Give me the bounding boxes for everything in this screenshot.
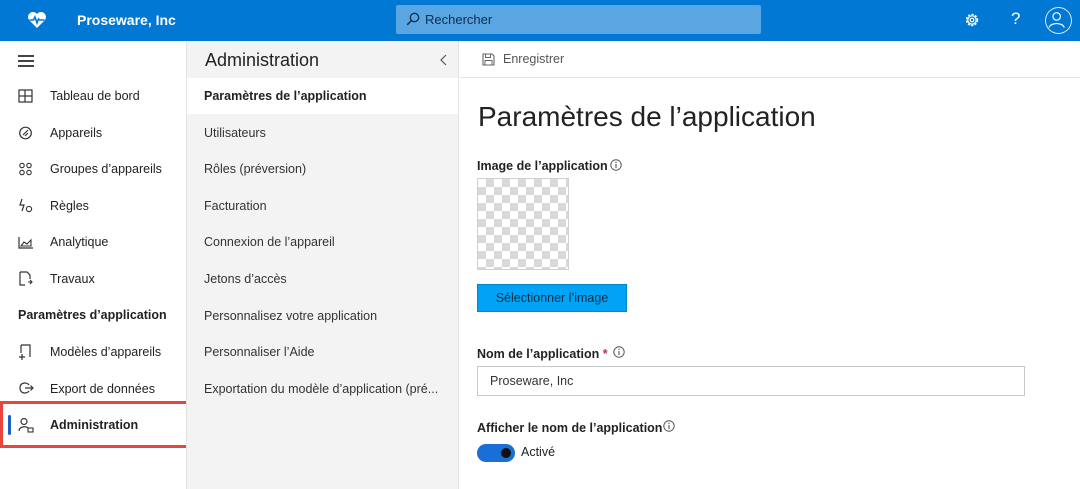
admin-item-billing[interactable]: Facturation — [187, 188, 458, 224]
top-bar: Proseware, Inc Rechercher ? — [0, 0, 1080, 41]
dashboard-icon — [18, 89, 33, 103]
highlight-callout-box — [0, 401, 192, 448]
admin-item-users[interactable]: Utilisateurs — [187, 115, 458, 151]
nav-item-dashboard[interactable]: Tableau de bord — [5, 78, 185, 114]
main-content: Enregistrer Paramètres de l’application … — [460, 41, 1080, 489]
admin-item-app-template-export[interactable]: Exportation du modèle d’application (pré… — [187, 371, 458, 407]
admin-item-app-settings[interactable]: Paramètres de l’application — [187, 78, 458, 114]
admin-item-customize-help[interactable]: Personnaliser l’Aide — [187, 334, 458, 370]
nav-item-label: Export de données — [50, 382, 155, 396]
nav-item-analytics[interactable]: Analytique — [5, 224, 185, 260]
app-name-label: Nom de l’application * — [477, 347, 608, 361]
hamburger-menu-icon[interactable] — [18, 55, 34, 67]
nav-item-devices[interactable]: Appareils — [5, 115, 185, 151]
info-icon[interactable] — [663, 420, 675, 432]
nav-item-label: Analytique — [50, 235, 109, 249]
nav-item-label: Travaux — [50, 272, 95, 286]
search-box[interactable]: Rechercher — [396, 5, 761, 34]
user-avatar-icon[interactable] — [1045, 7, 1072, 34]
admin-item-customize-app[interactable]: Personnalisez votre application — [187, 298, 458, 334]
toggle-state-label: Activé — [521, 445, 556, 459]
nav-item-device-groups[interactable]: Groupes d’appareils — [5, 151, 185, 187]
command-bar: Enregistrer — [460, 41, 1080, 78]
nav-item-rules[interactable]: Règles — [5, 188, 185, 224]
device-groups-icon — [19, 162, 32, 176]
show-app-name-toggle[interactable] — [477, 444, 515, 462]
devices-icon — [19, 126, 32, 140]
nav-section-title: Paramètres d’application — [18, 308, 167, 322]
info-icon[interactable] — [610, 159, 622, 171]
app-name-input[interactable] — [477, 366, 1025, 396]
nav-item-jobs[interactable]: Travaux — [5, 261, 185, 297]
admin-item-label: Paramètres de l’application — [204, 89, 367, 103]
info-icon[interactable] — [613, 346, 625, 358]
admin-item-access-tokens[interactable]: Jetons d’accès — [187, 261, 458, 297]
save-icon — [482, 53, 495, 66]
admin-item-device-connection[interactable]: Connexion de l’appareil — [187, 224, 458, 260]
nav-item-label: Groupes d’appareils — [50, 162, 162, 176]
save-button-label: Enregistrer — [503, 52, 565, 66]
data-export-icon — [19, 382, 34, 394]
nav-item-device-templates[interactable]: Modèles d’appareils — [5, 334, 185, 370]
admin-item-label: Personnaliser l’Aide — [204, 345, 315, 359]
nav-item-label: Règles — [50, 199, 89, 213]
page-title: Paramètres de l’application — [478, 101, 816, 132]
app-image-preview — [477, 178, 569, 270]
show-app-name-label: Afficher le nom de l’application — [477, 421, 663, 435]
admin-item-label: Exportation du modèle d’application (pré… — [204, 382, 439, 396]
heart-pulse-logo-icon[interactable] — [26, 9, 48, 31]
nav-item-label: Modèles d’appareils — [50, 345, 162, 359]
admin-item-label: Personnalisez votre application — [204, 309, 378, 323]
app-image-label: Image de l’application — [477, 159, 608, 173]
nav-item-label: Tableau de bord — [50, 89, 140, 103]
chevron-left-icon[interactable] — [439, 53, 449, 67]
admin-item-label: Utilisateurs — [204, 126, 266, 140]
app-brand-name[interactable]: Proseware, Inc — [77, 12, 176, 28]
admin-item-roles[interactable]: Rôles (préversion) — [187, 151, 458, 187]
rules-icon — [19, 198, 33, 213]
select-image-button[interactable]: Sélectionner l’image — [477, 284, 627, 312]
jobs-icon — [19, 271, 33, 286]
app-name-label-text: Nom de l’application — [477, 347, 600, 361]
administration-panel: Administration Paramètres de l’applicati… — [186, 41, 459, 489]
help-icon[interactable]: ? — [1011, 9, 1020, 29]
admin-item-label: Jetons d’accès — [204, 272, 287, 286]
gear-icon[interactable] — [962, 10, 982, 30]
admin-item-label: Facturation — [204, 199, 267, 213]
search-placeholder: Rechercher — [425, 12, 493, 27]
panel-title: Administration — [205, 50, 320, 70]
admin-item-label: Connexion de l’appareil — [204, 235, 335, 249]
analytics-icon — [18, 237, 33, 249]
required-mark: * — [602, 347, 608, 361]
nav-item-label: Appareils — [50, 126, 103, 140]
device-templates-icon — [19, 344, 31, 360]
admin-item-label: Rôles (préversion) — [204, 162, 307, 176]
toggle-knob — [501, 448, 511, 458]
search-icon — [406, 12, 420, 26]
